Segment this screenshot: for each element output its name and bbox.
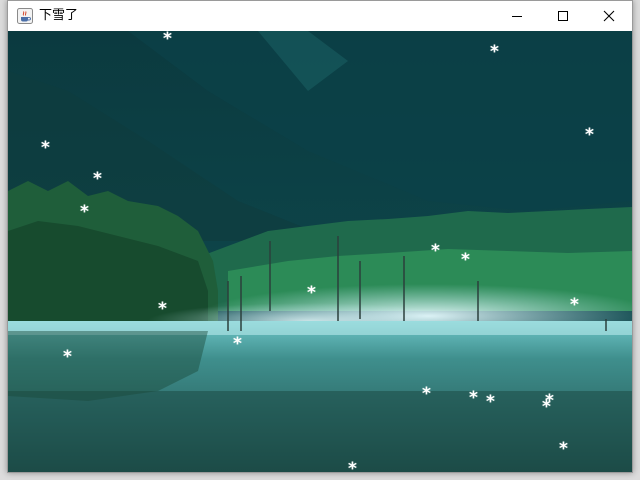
app-window: 下雪了 * * * * * * * * * * * * * * * * * * … [7, 0, 633, 473]
snowflake: * [570, 295, 579, 315]
snowflake: * [163, 31, 172, 49]
title-bar[interactable]: 下雪了 [8, 1, 632, 31]
close-icon [603, 10, 615, 22]
maximize-icon [558, 11, 568, 21]
snow-canvas: * * * * * * * * * * * * * * * * * * * * [8, 31, 632, 472]
snowflake: * [307, 283, 316, 303]
minimize-icon [512, 16, 522, 17]
snowflake: * [469, 388, 478, 408]
snowflake: * [41, 138, 50, 158]
maximize-button[interactable] [540, 1, 586, 31]
snowflake: * [486, 392, 495, 412]
window-title: 下雪了 [39, 8, 79, 23]
snowflake: * [80, 202, 89, 222]
snowflake: * [233, 334, 242, 354]
snowflake: * [158, 299, 167, 319]
snowflake: * [490, 42, 499, 62]
java-cup-icon [17, 8, 33, 24]
snowflake: * [93, 169, 102, 189]
snowflake: * [559, 439, 568, 459]
close-button[interactable] [586, 1, 632, 31]
snowflake: * [431, 241, 440, 261]
snowflake: * [585, 125, 594, 145]
snowflake: * [63, 347, 72, 367]
snowflake: * [348, 459, 357, 473]
minimize-button[interactable] [494, 1, 540, 31]
snowflake: * [461, 250, 470, 270]
snowflake: * [422, 384, 431, 404]
background-image [8, 31, 632, 472]
snowflake: * [542, 397, 551, 417]
